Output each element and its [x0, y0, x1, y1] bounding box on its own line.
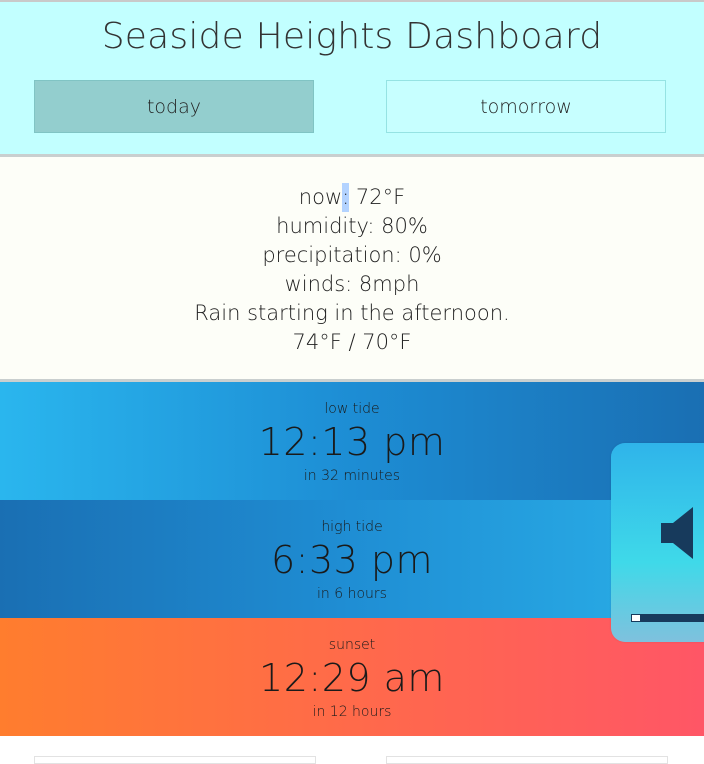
- current-temperature: now: 72°F: [0, 183, 704, 212]
- event-label: high tide: [321, 519, 383, 535]
- low-tide-card: low tide 12:13 pm in 32 minutes: [0, 382, 704, 500]
- volume-level-bar: [631, 614, 704, 622]
- event-relative-time: in 6 hours: [317, 586, 387, 602]
- event-label: sunset: [328, 637, 376, 653]
- high-low-temperature: 74°F / 70°F: [292, 330, 412, 354]
- dashboard-header: Seaside Heights Dashboard today tomorrow: [0, 2, 704, 154]
- bottom-area: [0, 736, 704, 764]
- high-tide-card: high tide 6:33 pm in 6 hours: [0, 500, 704, 618]
- now-label: now: [298, 185, 343, 209]
- event-time: 6:33 pm: [270, 538, 434, 582]
- volume-level-fill: [631, 614, 641, 622]
- weather-panel: now: 72°F humidity: 80% precipitation: 0…: [0, 157, 704, 379]
- humidity: humidity: 80%: [276, 214, 428, 238]
- event-time: 12:29 am: [259, 656, 445, 700]
- now-value: 72°F: [349, 185, 406, 209]
- forecast-summary: Rain starting in the afternoon.: [194, 301, 510, 325]
- tab-tomorrow[interactable]: tomorrow: [386, 80, 666, 133]
- page-title: Seaside Heights Dashboard: [101, 16, 603, 57]
- bottom-box-right: [386, 756, 668, 764]
- event-label: low tide: [324, 401, 380, 417]
- volume-overlay: [611, 443, 704, 642]
- bottom-box-left: [34, 756, 316, 764]
- event-relative-time: in 32 minutes: [303, 468, 401, 484]
- sunset-card: sunset 12:29 am in 12 hours: [0, 618, 704, 736]
- event-relative-time: in 12 hours: [312, 704, 392, 720]
- speaker-icon: [661, 507, 693, 559]
- precipitation: precipitation: 0%: [262, 243, 442, 267]
- winds: winds: 8mph: [284, 272, 420, 296]
- event-time: 12:13 pm: [258, 420, 446, 464]
- tab-today[interactable]: today: [34, 80, 314, 133]
